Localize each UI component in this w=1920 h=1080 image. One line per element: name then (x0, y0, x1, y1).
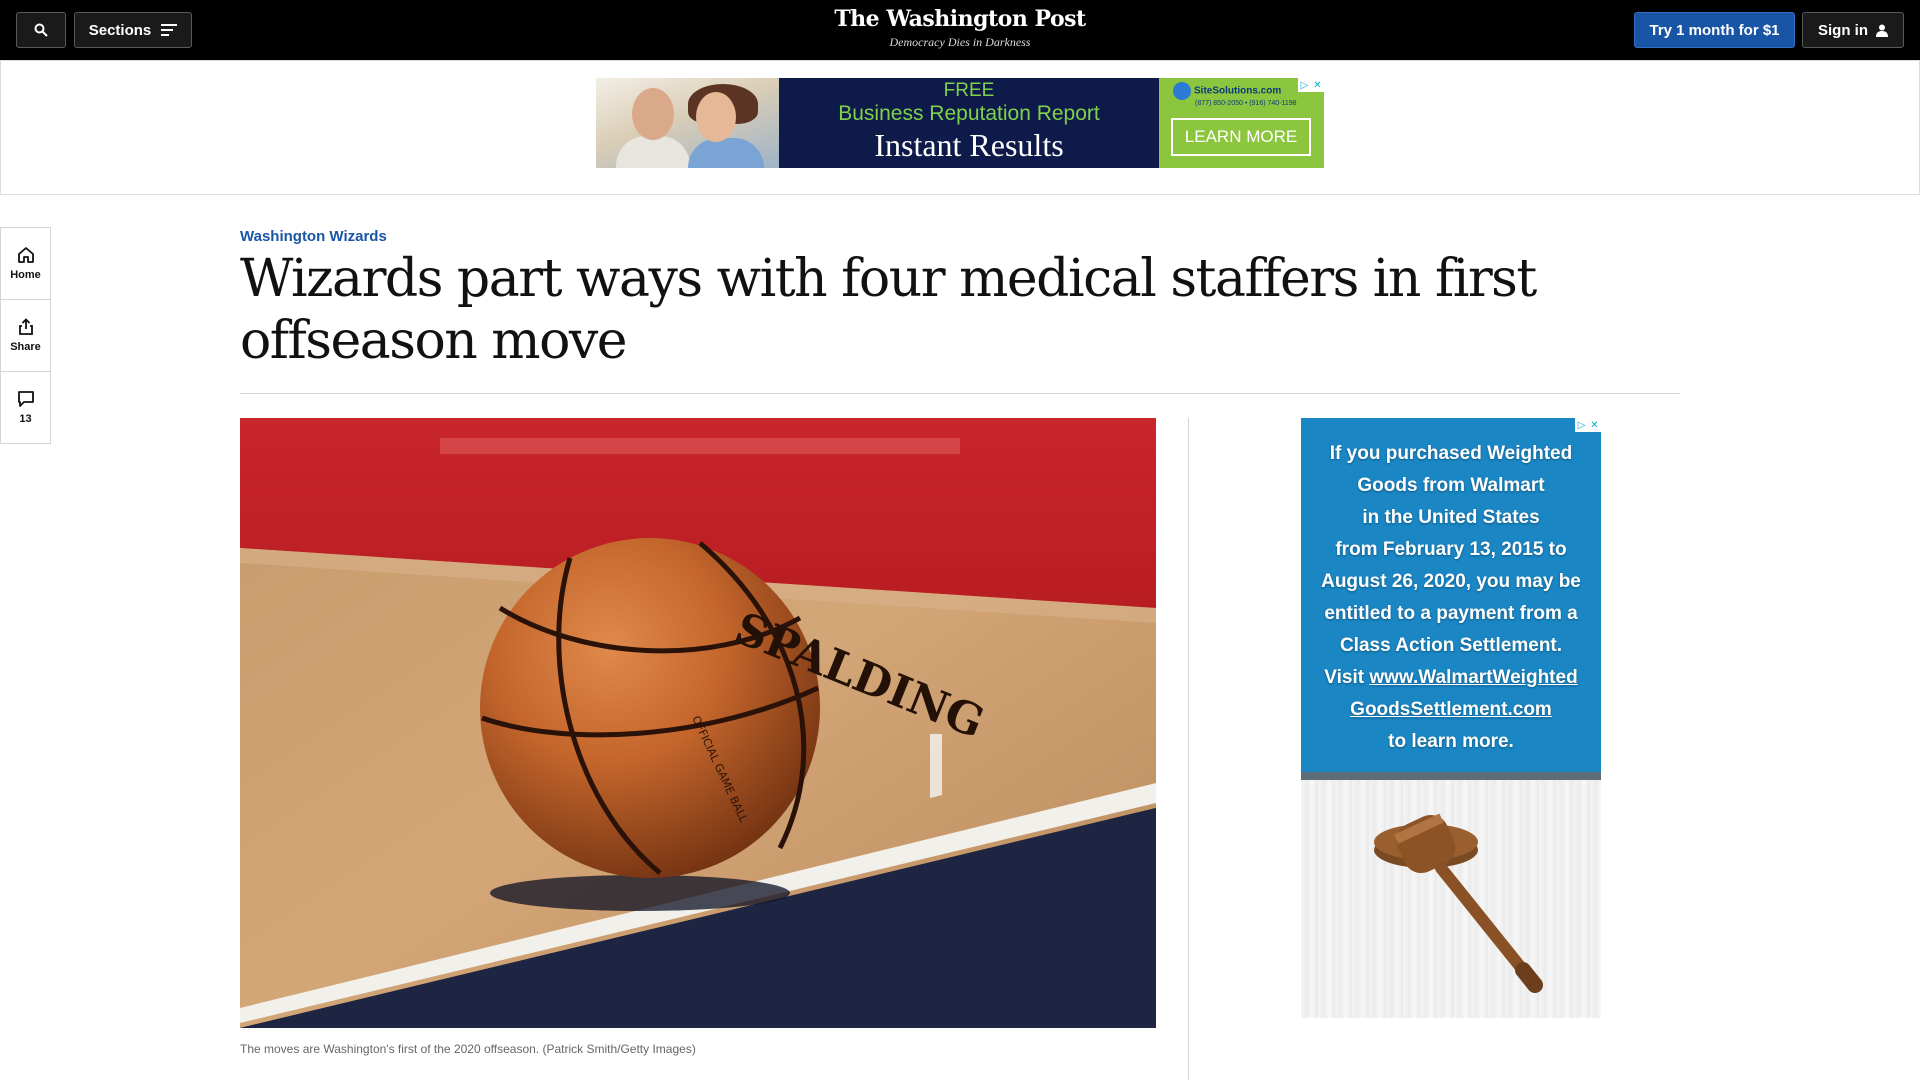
adchoices-badge[interactable]: ▷ ✕ (1298, 78, 1324, 92)
rail-home-button[interactable]: Home (0, 227, 51, 300)
side-ad-separator (1301, 772, 1601, 780)
side-ad-line: from February 13, 2015 to (1335, 539, 1567, 560)
ad-copy: FREE Business Reputation Report Instant … (779, 78, 1159, 168)
side-ad-line: Goods from Walmart (1357, 475, 1545, 496)
globe-icon (1173, 82, 1191, 100)
side-ad-url-part2[interactable]: GoodsSettlement.com (1309, 694, 1593, 726)
basketball-photo: SPALDING OFFICIAL GAME BALL (240, 418, 1156, 1028)
side-ad-closing: to learn more. (1388, 731, 1514, 752)
side-ad-photo (1301, 780, 1601, 1018)
sign-in-label: Sign in (1818, 21, 1868, 39)
search-button[interactable] (16, 12, 66, 48)
side-ad-line: entitled to a payment from a (1324, 603, 1578, 624)
rail-share-button[interactable]: Share (0, 299, 51, 372)
sign-in-button[interactable]: Sign in (1802, 12, 1904, 48)
close-icon[interactable]: ✕ (1588, 418, 1601, 432)
home-icon (17, 247, 34, 263)
rail-comments-count: 13 (19, 413, 32, 425)
adchoices-icon: ▷ (1577, 419, 1586, 431)
ad-brand-logo: SiteSolutions.com (1173, 82, 1281, 100)
masthead-title: The Washington Post (834, 6, 1086, 32)
side-ad-text: If you purchased Weighted Goods from Wal… (1301, 418, 1601, 780)
ad-people-photo (596, 78, 779, 168)
rail-comments-button[interactable]: 13 (0, 371, 51, 444)
hero-image-caption: The moves are Washington's first of the … (240, 1042, 696, 1056)
side-ad[interactable]: If you purchased Weighted Goods from Wal… (1301, 418, 1601, 1018)
side-ad-visit: Visit (1324, 667, 1370, 688)
article-tools-rail: Home Share 13 (0, 227, 51, 444)
section-kicker-link[interactable]: Washington Wizards (240, 228, 387, 245)
ad-line-free: FREE (943, 80, 995, 101)
adchoices-icon: ▷ (1300, 79, 1309, 91)
ad-line-instant: Instant Results (874, 127, 1064, 163)
ad-line-report: Business Reputation Report (838, 102, 1100, 125)
user-icon (1876, 24, 1888, 37)
search-icon (34, 23, 48, 37)
top-ad-banner[interactable]: FREE Business Reputation Report Instant … (596, 78, 1324, 168)
ad-brand-name: SiteSolutions.com (1194, 85, 1282, 97)
hero-image[interactable]: SPALDING OFFICIAL GAME BALL (240, 418, 1156, 1028)
side-ad-line: Class Action Settlement. (1339, 635, 1563, 656)
side-adchoices-badge[interactable]: ▷ ✕ (1575, 418, 1601, 432)
ad-phone: (877) 850-2050 • (916) 740-1198 (1195, 100, 1297, 107)
ad-learn-more-button[interactable]: LEARN MORE (1171, 118, 1311, 156)
side-ad-line: If you purchased Weighted (1329, 443, 1573, 464)
side-ad-url-line: Visit www.WalmartWeighted (1309, 662, 1593, 694)
article-headline: Wizards part ways with four medical staf… (240, 249, 1537, 371)
side-ad-url-part1[interactable]: www.WalmartWeighted (1369, 667, 1577, 688)
masthead-tagline: Democracy Dies in Darkness (889, 35, 1031, 49)
sections-label: Sections (88, 21, 152, 39)
share-icon (18, 318, 33, 335)
column-divider (1188, 418, 1189, 1080)
top-navigation-bar: Sections The Washington Post Democracy D… (0, 0, 1920, 60)
rail-share-label: Share (10, 341, 41, 353)
rail-home-label: Home (10, 269, 41, 281)
close-icon[interactable]: ✕ (1311, 78, 1324, 92)
subscribe-button[interactable]: Try 1 month for $1 (1634, 12, 1795, 48)
comment-icon (17, 391, 34, 407)
side-ad-line: in the United States (1362, 507, 1540, 528)
side-ad-line: August 26, 2020, you may be (1321, 571, 1581, 592)
headline-divider (240, 393, 1680, 394)
masthead-logo[interactable]: The Washington Post Democracy Dies in Da… (760, 6, 1160, 50)
gavel-icon (1374, 813, 1543, 993)
sections-button[interactable]: Sections (74, 12, 192, 48)
menu-icon (161, 24, 178, 36)
